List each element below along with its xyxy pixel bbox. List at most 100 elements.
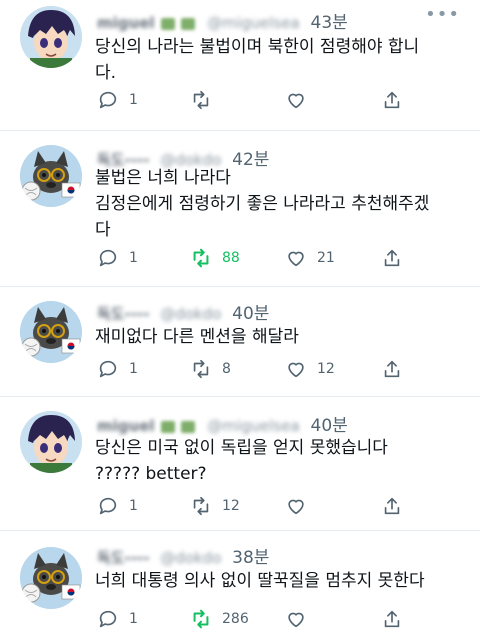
tweet-header: 독도---- @dokdo 38분 bbox=[97, 543, 269, 568]
user-handle[interactable]: @miguelsea bbox=[207, 417, 299, 435]
share-button[interactable] bbox=[381, 494, 413, 518]
tweet-text-line: 다 bbox=[95, 220, 111, 240]
retweet-count: 8 bbox=[222, 361, 231, 377]
tweet-text: 재미없다 다른 멘션을 해달라 bbox=[95, 324, 465, 350]
reply-count: 1 bbox=[129, 250, 138, 266]
anime-avatar-image bbox=[20, 6, 82, 68]
avatar[interactable] bbox=[20, 145, 82, 207]
retweet-button[interactable]: 286 bbox=[190, 607, 249, 631]
tweet-header: miguel @miguelsea 43분 bbox=[97, 8, 348, 33]
tweet-text-line: 다. bbox=[95, 63, 117, 83]
share-icon bbox=[384, 249, 400, 267]
tweet-header: miguel @miguelsea 40분 bbox=[97, 411, 348, 436]
like-button[interactable]: 21 bbox=[285, 246, 335, 270]
retweet-icon bbox=[193, 90, 209, 110]
retweet-button[interactable] bbox=[190, 88, 222, 112]
retweet-button[interactable]: 12 bbox=[190, 494, 240, 518]
avatar[interactable] bbox=[20, 6, 82, 68]
divider bbox=[0, 286, 480, 287]
tweet-actions: 1 bbox=[97, 88, 427, 112]
reply-icon bbox=[99, 497, 117, 515]
reply-icon bbox=[99, 610, 117, 628]
share-button[interactable] bbox=[381, 88, 413, 112]
tweet-actions: 1 286 bbox=[97, 607, 427, 631]
reply-icon bbox=[99, 360, 117, 378]
reply-count: 1 bbox=[129, 498, 138, 514]
heart-icon bbox=[288, 362, 304, 378]
share-button[interactable] bbox=[381, 607, 413, 631]
avatar[interactable] bbox=[20, 301, 82, 363]
tweet-text: 당신은 미국 없이 독립을 얻지 못했습니다 ????? better? bbox=[95, 435, 465, 487]
dog-avatar-image bbox=[20, 145, 82, 207]
like-count: 12 bbox=[317, 361, 335, 377]
retweet-count: 88 bbox=[222, 250, 240, 266]
divider bbox=[0, 530, 480, 531]
avatar[interactable] bbox=[20, 411, 82, 473]
heart-icon bbox=[288, 251, 304, 267]
like-button[interactable]: 12 bbox=[285, 357, 335, 381]
user-handle[interactable]: @dokdo bbox=[160, 549, 221, 567]
tweet-text-line: 당신의 나라는 불법이며 북한이 점령해야 합니 bbox=[95, 37, 420, 57]
like-button[interactable] bbox=[285, 607, 317, 631]
tweet-text-line: 재미없다 다른 멘션을 해달라 bbox=[95, 327, 299, 347]
user-name[interactable]: miguel bbox=[97, 417, 155, 435]
reply-count: 1 bbox=[129, 361, 138, 377]
dog-avatar-image bbox=[20, 301, 82, 363]
share-button[interactable] bbox=[381, 357, 413, 381]
user-name[interactable]: 독도---- bbox=[97, 549, 150, 567]
share-icon bbox=[384, 610, 400, 628]
share-icon bbox=[384, 360, 400, 378]
like-button[interactable] bbox=[285, 494, 317, 518]
user-name[interactable]: 독도---- bbox=[97, 305, 150, 323]
heart-icon bbox=[288, 612, 304, 628]
share-icon bbox=[384, 91, 400, 109]
tweet-text-line: 너희 대통령 의사 없이 딸꾹질을 멈추지 못한다 bbox=[95, 571, 425, 591]
divider bbox=[0, 396, 480, 397]
retweet-icon bbox=[193, 359, 209, 379]
share-icon bbox=[384, 497, 400, 515]
retweet-button[interactable]: 8 bbox=[190, 357, 231, 381]
retweet-button[interactable]: 88 bbox=[190, 246, 240, 270]
share-button[interactable] bbox=[381, 246, 413, 270]
tweet-actions: 1 8 12 bbox=[97, 357, 427, 381]
reply-count: 1 bbox=[129, 92, 138, 108]
user-handle[interactable]: @miguelsea bbox=[207, 14, 299, 32]
reply-button[interactable]: 1 bbox=[97, 88, 138, 112]
heart-icon bbox=[288, 93, 304, 109]
reply-button[interactable]: 1 bbox=[97, 357, 138, 381]
tweet-actions: 1 12 bbox=[97, 494, 427, 518]
tweet-text-line: 불법은 너희 나라다 bbox=[95, 168, 231, 188]
divider bbox=[0, 130, 480, 131]
reply-button[interactable]: 1 bbox=[97, 494, 138, 518]
like-button[interactable] bbox=[285, 88, 317, 112]
more-options-icon[interactable]: ••• bbox=[425, 4, 460, 25]
tweet-text: 당신의 나라는 불법이며 북한이 점령해야 합니 다. bbox=[95, 34, 465, 86]
retweet-count: 286 bbox=[222, 611, 249, 627]
timestamp[interactable]: 40분 bbox=[311, 416, 348, 436]
reply-icon bbox=[99, 249, 117, 267]
tweet-header: 독도---- @dokdo 40분 bbox=[97, 299, 269, 324]
dog-avatar-image bbox=[20, 547, 82, 609]
tweet-actions: 1 88 21 bbox=[97, 246, 427, 270]
tweet-text: 너희 대통령 의사 없이 딸꾹질을 멈추지 못한다 bbox=[95, 568, 465, 594]
avatar[interactable] bbox=[20, 547, 82, 609]
retweet-icon bbox=[193, 248, 209, 268]
retweet-count: 12 bbox=[222, 498, 240, 514]
user-handle[interactable]: @dokdo bbox=[160, 305, 221, 323]
anime-avatar-image bbox=[20, 411, 82, 473]
timestamp[interactable]: 40분 bbox=[232, 304, 269, 324]
reply-icon bbox=[99, 91, 117, 109]
tweet-text: 불법은 너희 나라다 김정은에게 점령하기 좋은 나라라고 추천해주겠 다 bbox=[95, 165, 465, 243]
retweet-icon bbox=[193, 609, 209, 629]
tweet-text-line: 당신은 미국 없이 독립을 얻지 못했습니다 bbox=[95, 438, 388, 458]
retweet-icon bbox=[193, 496, 209, 516]
user-name[interactable]: miguel bbox=[97, 14, 155, 32]
reply-button[interactable]: 1 bbox=[97, 246, 138, 270]
timestamp[interactable]: 38분 bbox=[232, 548, 269, 568]
timestamp[interactable]: 43분 bbox=[311, 13, 348, 33]
tweet-text-line: ????? better? bbox=[95, 464, 207, 484]
heart-icon bbox=[288, 499, 304, 515]
reply-count: 1 bbox=[129, 611, 138, 627]
reply-button[interactable]: 1 bbox=[97, 607, 138, 631]
like-count: 21 bbox=[317, 250, 335, 266]
